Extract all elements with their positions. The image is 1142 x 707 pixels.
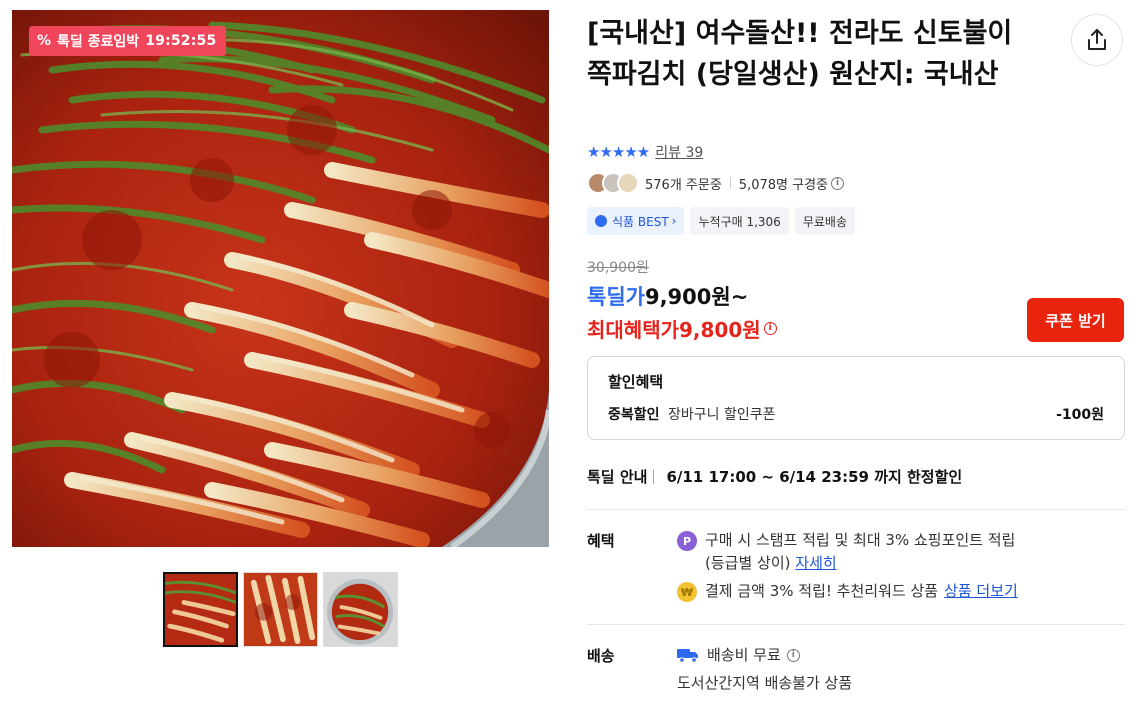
star-rating-icon: ★★★★★ — [587, 143, 650, 161]
thumbnail-3[interactable] — [323, 572, 398, 647]
benefit-reward: ₩ 결제 금액 3% 적립! 추천리워드 상품 상품 더보기 — [677, 580, 1018, 603]
chevron-right-icon: › — [671, 214, 677, 228]
thumbnail-image — [165, 574, 236, 645]
truck-icon — [677, 649, 698, 663]
product-title: [국내산] 여수돌산!! 전라도 신토불이 쪽파김치 (당일생산) 원산지: 국… — [587, 18, 1013, 90]
thumbnail-strip — [163, 572, 398, 647]
best-badge[interactable]: 식품 BEST › — [587, 207, 685, 235]
cumulative-badge: 누적구매 1,306 — [690, 207, 789, 235]
discount-name: 중복할인 — [608, 407, 660, 423]
deal-info-period: 6/11 17:00 ~ 6/14 23:59 까지 한정할인 — [666, 468, 963, 486]
shipping-fee-text: 배송비 무료 — [707, 646, 781, 664]
shipping-fee: 배송비 무료 i — [677, 644, 800, 667]
share-button[interactable] — [1071, 14, 1123, 66]
avatar — [617, 172, 639, 194]
benefit-line1: 구매 시 스탬프 적립 및 최대 3% 쇼핑포인트 적립 — [705, 531, 1016, 549]
best-icon — [595, 215, 607, 227]
thumbnail-2[interactable] — [243, 572, 318, 647]
benefit-stamp-points: P 구매 시 스탬프 적립 및 최대 3% 쇼핑포인트 적립 (등급별 상이) … — [677, 529, 1015, 575]
max-price-value: 9,800원 — [679, 318, 761, 342]
product-main-image[interactable]: % 톡딜 종료임박 19:52:55 — [12, 10, 549, 547]
deal-timer-countdown: 19:52:55 — [145, 33, 217, 49]
discount-title: 할인혜택 — [608, 373, 664, 391]
buyer-avatars — [587, 172, 639, 194]
section-divider — [587, 509, 1125, 510]
benefit-line2: 결제 금액 3% 적립! 추천리워드 상품 — [705, 582, 939, 600]
divider — [729, 177, 731, 189]
deal-timer-label: 톡딜 종료임박 — [57, 34, 140, 50]
benefit-line1b: (등급별 상이) — [705, 554, 791, 572]
deal-info-label: 톡딜 안내 — [587, 468, 648, 486]
discount-amount: -100원 — [1056, 407, 1104, 423]
viewers-count: 5,078명 구경중 — [738, 177, 828, 193]
deal-price: 톡딜가 9,900원~ — [587, 281, 748, 311]
info-icon[interactable]: i — [831, 176, 844, 190]
review-link[interactable]: 리뷰 39 — [655, 142, 703, 162]
thumbnail-1[interactable] — [163, 572, 238, 647]
kimchi-photo — [12, 10, 549, 547]
deal-price-value: 9,900원~ — [644, 285, 749, 309]
badge-row: 식품 BEST › 누적구매 1,306 무료배송 — [587, 207, 855, 235]
shipping-label: 배송 — [587, 647, 615, 665]
discount-box: 할인혜택 중복할인 장바구니 할인쿠폰 -100원 — [587, 356, 1125, 440]
original-price: 30,900원 — [587, 260, 649, 276]
deal-timer-badge: % 톡딜 종료임박 19:52:55 — [29, 26, 227, 56]
max-benefit-price: 최대혜택가 9,800원 i — [587, 314, 777, 343]
benefits-label: 혜택 — [587, 532, 615, 550]
deal-info: 톡딜 안내 6/11 17:00 ~ 6/14 23:59 까지 한정할인 — [587, 466, 962, 487]
orders-count: 576개 주문중 — [645, 177, 722, 193]
discount-row: 중복할인 장바구니 할인쿠폰 -100원 — [608, 404, 1104, 424]
thumbnail-image — [324, 573, 397, 646]
stats-row: 576개 주문중 5,078명 구경중 i — [587, 172, 844, 194]
divider — [653, 469, 655, 484]
point-icon: P — [677, 531, 697, 551]
section-divider — [587, 624, 1125, 625]
share-icon — [1088, 29, 1106, 50]
best-badge-label: 식품 BEST — [612, 214, 669, 229]
max-price-label: 최대혜택가 — [587, 318, 679, 342]
rating-row: ★★★★★ 리뷰 39 — [587, 142, 703, 162]
more-products-link[interactable]: 상품 더보기 — [944, 580, 1018, 603]
percent-icon: % — [37, 33, 52, 49]
discount-desc: 장바구니 할인쿠폰 — [667, 407, 776, 423]
coupon-button[interactable]: 쿠폰 받기 — [1027, 298, 1124, 342]
info-icon[interactable]: i — [763, 322, 777, 335]
info-icon[interactable]: i — [786, 649, 800, 662]
thumbnail-image — [244, 573, 317, 646]
deal-price-label: 톡딜가 — [587, 285, 645, 309]
won-coin-icon: ₩ — [677, 582, 697, 602]
shipping-note: 도서산간지역 배송불가 상품 — [677, 674, 853, 692]
free-shipping-badge: 무료배송 — [794, 207, 855, 235]
details-link[interactable]: 자세히 — [795, 554, 836, 572]
